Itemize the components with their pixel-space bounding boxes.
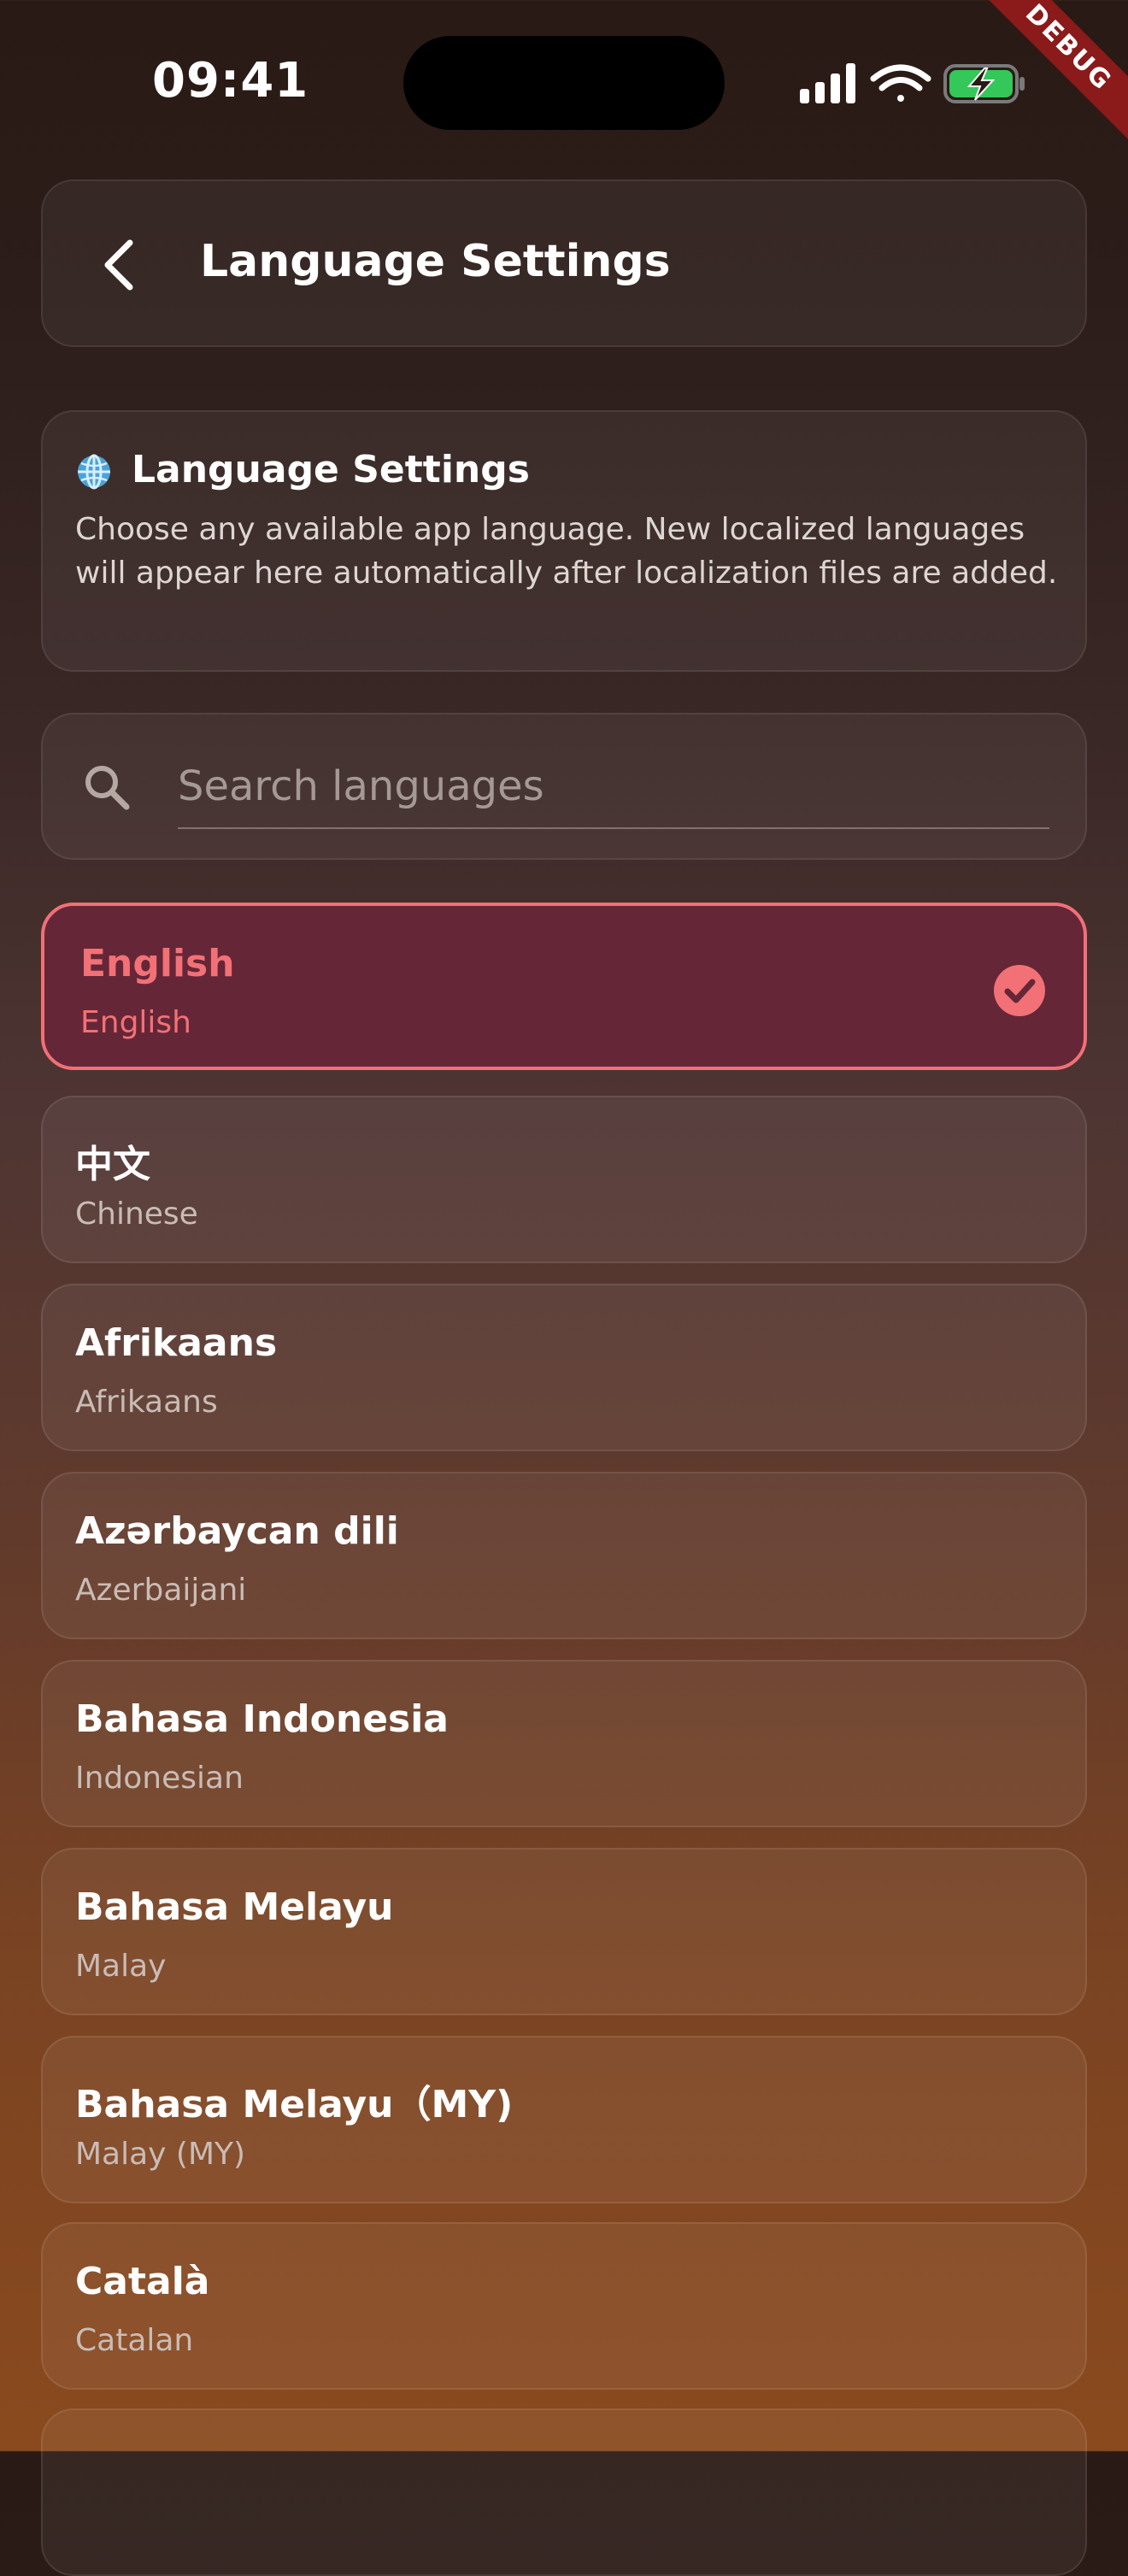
language-native-name: Bahasa Melayu（MY) xyxy=(75,2083,514,2126)
language-item-afrikaans[interactable]: Afrikaans Afrikaans xyxy=(41,1284,1087,1451)
language-item-chinese[interactable]: 中文 Chinese xyxy=(41,1096,1087,1263)
search-input[interactable] xyxy=(178,745,1049,829)
globe-icon xyxy=(78,454,110,490)
language-native-name: Azərbaycan dili xyxy=(75,1509,399,1553)
search-bar xyxy=(41,713,1087,860)
signal-icon xyxy=(800,63,855,103)
chevron-left-icon xyxy=(104,239,133,291)
language-item-malay-my[interactable]: Bahasa Melayu（MY) Malay (MY) xyxy=(41,2036,1087,2203)
language-native-name: Bahasa Melayu xyxy=(75,1885,394,1929)
wifi-icon xyxy=(870,64,931,102)
dynamic-island xyxy=(403,36,725,130)
language-native-name: English xyxy=(80,942,235,985)
language-item-azerbaijani[interactable]: Azərbaycan dili Azerbaijani xyxy=(41,1472,1087,1639)
language-english-name: Malay xyxy=(75,1949,167,1984)
language-native-name: Bahasa Indonesia xyxy=(75,1697,449,1741)
language-item-indonesian[interactable]: Bahasa Indonesia Indonesian xyxy=(41,1660,1087,1827)
language-item-catalan[interactable]: Català Catalan xyxy=(41,2222,1087,2390)
language-item-english[interactable]: English English xyxy=(41,903,1087,1070)
language-english-name: Indonesian xyxy=(75,1761,244,1796)
info-card: Language Settings Choose any available a… xyxy=(41,410,1087,672)
battery-charging-icon xyxy=(943,64,1025,103)
language-english-name: English xyxy=(80,1005,191,1040)
language-english-name: Malay (MY) xyxy=(75,2137,246,2172)
language-english-name: Chinese xyxy=(75,1197,198,1232)
search-icon xyxy=(85,766,130,810)
info-title: Language Settings xyxy=(132,448,530,491)
check-circle-icon xyxy=(994,965,1045,1016)
status-icons xyxy=(800,63,1025,103)
language-english-name: Catalan xyxy=(75,2323,194,2358)
language-native-name: Afrikaans xyxy=(75,1321,278,1365)
language-native-name: 中文 xyxy=(75,1143,150,1186)
language-native-name: Català xyxy=(75,2260,210,2303)
language-item-partial[interactable] xyxy=(41,2408,1087,2576)
back-button[interactable] xyxy=(87,231,156,299)
language-english-name: Afrikaans xyxy=(75,1385,218,1420)
info-description: Choose any available app language. New l… xyxy=(75,512,1058,591)
language-item-malay[interactable]: Bahasa Melayu Malay xyxy=(41,1848,1087,2015)
page-title: Language Settings xyxy=(200,236,671,287)
app-header: Language Settings xyxy=(41,179,1087,347)
status-time: 09:41 xyxy=(152,53,309,109)
language-english-name: Azerbaijani xyxy=(75,1573,247,1608)
